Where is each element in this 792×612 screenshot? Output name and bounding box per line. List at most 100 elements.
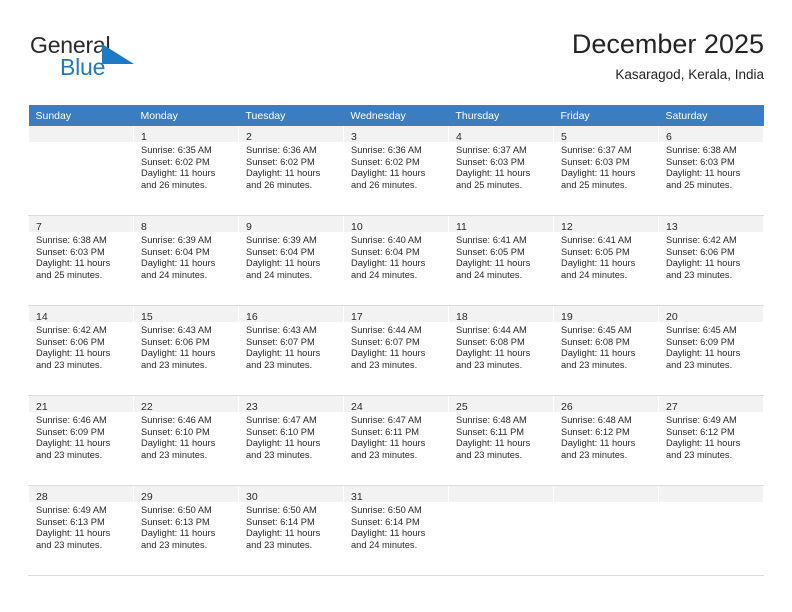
calendar-day-cell[interactable]: 31 Sunrise: 6:50 AM Sunset: 6:14 PM Dayligh… — [343, 485, 449, 576]
calendar-day-cell[interactable]: 3 Sunrise: 6:36 AM Sunset: 6:02 PM Daylight… — [343, 126, 449, 216]
page-subtitle: Kasaragod, Kerala, India — [615, 67, 764, 82]
day-number: 27 — [666, 401, 678, 413]
sunrise-text: Sunrise: 6:37 AM — [561, 145, 632, 155]
calendar-day-cell[interactable]: 9 Sunrise: 6:39 AM Sunset: 6:04 PM Daylight… — [238, 215, 344, 306]
calendar-day-cell[interactable]: 13 Sunrise: 6:42 AM Sunset: 6:06 PM Dayligh… — [658, 215, 764, 306]
day-number-bar: 30 — [239, 486, 343, 503]
day-details: Sunrise: 6:37 AM Sunset: 6:03 PM Daylight:… — [554, 142, 658, 191]
daylight-text-line1: Daylight: 11 hours — [246, 438, 321, 449]
calendar-day-cell[interactable]: 10 Sunrise: 6:40 AM Sunset: 6:04 PM Dayligh… — [343, 215, 449, 306]
calendar-day-cell[interactable]: 30 Sunrise: 6:50 AM Sunset: 6:14 PM Dayligh… — [238, 485, 344, 576]
calendar-day-cell[interactable]: 29 Sunrise: 6:50 AM Sunset: 6:13 PM Dayligh… — [133, 485, 239, 576]
daylight-text-line2: and 23 minutes. — [666, 269, 733, 280]
day-number-bar: 22 — [134, 396, 238, 413]
calendar-cell-inner: 18 Sunrise: 6:44 AM Sunset: 6:08 PM Dayligh… — [449, 306, 553, 395]
day-number-bar: 1 — [134, 126, 238, 143]
calendar-day-cell[interactable]: 24 Sunrise: 6:47 AM Sunset: 6:11 PM Dayligh… — [343, 395, 449, 486]
calendar-day-cell[interactable]: 18 Sunrise: 6:44 AM Sunset: 6:08 PM Dayligh… — [448, 305, 554, 396]
daylight-text-line1: Daylight: 11 hours — [666, 438, 741, 449]
sunset-text: Sunset: 6:09 PM — [666, 336, 735, 347]
day-details: Sunrise: 6:40 AM Sunset: 6:04 PM Daylight:… — [344, 232, 448, 281]
calendar-day-cell[interactable]: 4 Sunrise: 6:37 AM Sunset: 6:03 PM Daylight… — [448, 126, 554, 216]
calendar-cell-inner — [449, 486, 553, 575]
day-number: 15 — [141, 311, 153, 323]
daylight-text-line1: Daylight: 11 hours — [456, 348, 531, 359]
calendar-day-cell[interactable]: 17 Sunrise: 6:44 AM Sunset: 6:07 PM Dayligh… — [343, 305, 449, 396]
day-number-bar: 26 — [554, 396, 658, 413]
calendar-day-cell[interactable]: 12 Sunrise: 6:41 AM Sunset: 6:05 PM Dayligh… — [553, 215, 659, 306]
daylight-text-line1: Daylight: 11 hours — [666, 168, 741, 179]
day-details: Sunrise: 6:38 AM Sunset: 6:03 PM Daylight:… — [659, 142, 763, 191]
day-number-bar: 31 — [344, 486, 448, 503]
daylight-text-line2: and 23 minutes. — [666, 359, 733, 370]
day-number: 3 — [351, 131, 357, 143]
day-number: 30 — [246, 491, 258, 503]
calendar-cell-inner: 31 Sunrise: 6:50 AM Sunset: 6:14 PM Dayligh… — [344, 486, 448, 575]
calendar-day-cell[interactable]: 27 Sunrise: 6:49 AM Sunset: 6:12 PM Dayligh… — [658, 395, 764, 486]
calendar-day-cell[interactable]: 25 Sunrise: 6:48 AM Sunset: 6:11 PM Dayligh… — [448, 395, 554, 486]
calendar-day-cell[interactable]: 6 Sunrise: 6:38 AM Sunset: 6:03 PM Daylight… — [658, 126, 764, 216]
calendar-day-cell[interactable]: 23 Sunrise: 6:47 AM Sunset: 6:10 PM Dayligh… — [238, 395, 344, 486]
daylight-text-line1: Daylight: 11 hours — [246, 528, 321, 539]
day-number-bar: 5 — [554, 126, 658, 143]
calendar-day-cell[interactable]: 20 Sunrise: 6:45 AM Sunset: 6:09 PM Dayligh… — [658, 305, 764, 396]
day-details: Sunrise: 6:47 AM Sunset: 6:11 PM Daylight:… — [344, 412, 448, 461]
calendar-cell-inner: 19 Sunrise: 6:45 AM Sunset: 6:08 PM Dayligh… — [554, 306, 658, 395]
daylight-text-line1: Daylight: 11 hours — [561, 258, 636, 269]
calendar-cell-inner: 21 Sunrise: 6:46 AM Sunset: 6:09 PM Dayligh… — [29, 396, 133, 485]
sunset-text: Sunset: 6:09 PM — [36, 426, 105, 437]
calendar-day-cell[interactable]: 14 Sunrise: 6:42 AM Sunset: 6:06 PM Dayligh… — [28, 305, 134, 396]
sunrise-text: Sunrise: 6:39 AM — [141, 235, 212, 245]
daylight-text-line2: and 25 minutes. — [36, 269, 103, 280]
daylight-text-line2: and 23 minutes. — [561, 359, 628, 370]
calendar-day-cell[interactable]: 8 Sunrise: 6:39 AM Sunset: 6:04 PM Daylight… — [133, 215, 239, 306]
sunrise-text: Sunrise: 6:50 AM — [351, 505, 422, 515]
calendar-week-row: 1 Sunrise: 6:35 AM Sunset: 6:02 PM Daylight… — [28, 126, 764, 216]
day-details: Sunrise: 6:43 AM Sunset: 6:07 PM Daylight:… — [239, 322, 343, 371]
calendar-day-cell[interactable]: 15 Sunrise: 6:43 AM Sunset: 6:06 PM Dayligh… — [133, 305, 239, 396]
day-details: Sunrise: 6:41 AM Sunset: 6:05 PM Daylight:… — [449, 232, 553, 281]
daylight-text-line2: and 25 minutes. — [666, 179, 733, 190]
sunset-text: Sunset: 6:13 PM — [36, 516, 105, 527]
title-block: December 2025 Kasaragod, Kerala, India — [572, 28, 764, 84]
calendar-day-cell[interactable]: 2 Sunrise: 6:36 AM Sunset: 6:02 PM Daylight… — [238, 126, 344, 216]
page-header: General Blue December 2025 Kasaragod, Ke… — [28, 28, 764, 100]
sunrise-text: Sunrise: 6:36 AM — [246, 145, 317, 155]
calendar-day-cell[interactable]: 19 Sunrise: 6:45 AM Sunset: 6:08 PM Dayligh… — [553, 305, 659, 396]
general-blue-logo[interactable]: General Blue — [28, 32, 178, 88]
calendar-day-cell[interactable]: 16 Sunrise: 6:43 AM Sunset: 6:07 PM Dayligh… — [238, 305, 344, 396]
calendar-day-cell[interactable]: 28 Sunrise: 6:49 AM Sunset: 6:13 PM Dayligh… — [28, 485, 134, 576]
calendar-cell-inner: 6 Sunrise: 6:38 AM Sunset: 6:03 PM Daylight… — [659, 126, 763, 215]
sunrise-text: Sunrise: 6:43 AM — [246, 325, 317, 335]
daylight-text-line2: and 26 minutes. — [351, 179, 418, 190]
day-number-bar: 12 — [554, 216, 658, 233]
daylight-text-line2: and 23 minutes. — [246, 449, 313, 460]
day-number: 28 — [36, 491, 48, 503]
day-number-bar: 21 — [29, 396, 133, 413]
daylight-text-line1: Daylight: 11 hours — [351, 528, 426, 539]
daylight-text-line1: Daylight: 11 hours — [351, 438, 426, 449]
calendar-cell-inner — [659, 486, 763, 575]
day-number-bar: 23 — [239, 396, 343, 413]
day-details: Sunrise: 6:42 AM Sunset: 6:06 PM Daylight:… — [29, 322, 133, 371]
daylight-text-line1: Daylight: 11 hours — [351, 258, 426, 269]
day-number-bar — [659, 486, 763, 502]
day-number: 18 — [456, 311, 468, 323]
calendar-day-cell[interactable]: 7 Sunrise: 6:38 AM Sunset: 6:03 PM Daylight… — [28, 215, 134, 306]
sunset-text: Sunset: 6:03 PM — [561, 156, 630, 167]
calendar-day-cell[interactable]: 21 Sunrise: 6:46 AM Sunset: 6:09 PM Dayligh… — [28, 395, 134, 486]
calendar-day-cell[interactable]: 1 Sunrise: 6:35 AM Sunset: 6:02 PM Daylight… — [133, 126, 239, 216]
calendar-day-cell[interactable]: 11 Sunrise: 6:41 AM Sunset: 6:05 PM Dayligh… — [448, 215, 554, 306]
daylight-text-line2: and 23 minutes. — [246, 359, 313, 370]
daylight-text-line1: Daylight: 11 hours — [36, 258, 111, 269]
day-details: Sunrise: 6:39 AM Sunset: 6:04 PM Daylight:… — [239, 232, 343, 281]
sunrise-text: Sunrise: 6:46 AM — [36, 415, 107, 425]
calendar-day-cell[interactable]: 5 Sunrise: 6:37 AM Sunset: 6:03 PM Daylight… — [553, 126, 659, 216]
day-number: 9 — [246, 221, 252, 233]
sunset-text: Sunset: 6:12 PM — [666, 426, 735, 437]
day-number-bar: 29 — [134, 486, 238, 503]
calendar-day-cell[interactable]: 26 Sunrise: 6:48 AM Sunset: 6:12 PM Dayligh… — [553, 395, 659, 486]
daylight-text-line1: Daylight: 11 hours — [36, 348, 111, 359]
day-number: 17 — [351, 311, 363, 323]
calendar-day-cell[interactable]: 22 Sunrise: 6:46 AM Sunset: 6:10 PM Dayligh… — [133, 395, 239, 486]
